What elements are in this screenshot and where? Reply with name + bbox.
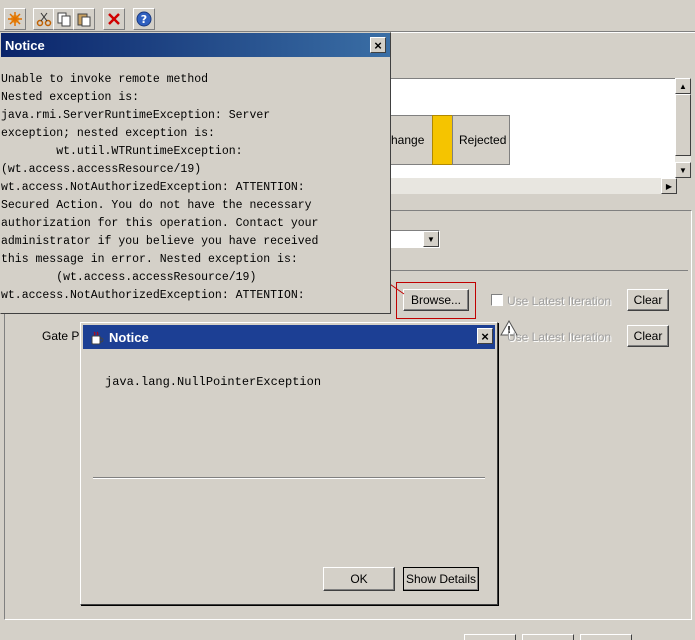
scroll-up-icon[interactable]: ▲ bbox=[675, 78, 691, 94]
bottom-button-1[interactable] bbox=[464, 634, 516, 640]
status-rejected-label: Rejected bbox=[459, 133, 507, 147]
use-latest-label-2: Use Latest Iteration bbox=[507, 330, 612, 344]
use-latest-label-1: Use Latest Iteration bbox=[507, 294, 612, 308]
ok-button[interactable]: OK bbox=[323, 567, 395, 591]
delete-icon[interactable] bbox=[103, 8, 125, 30]
message-line: exception; nested exception is: bbox=[1, 127, 215, 140]
message-line: java.rmi.ServerRuntimeException: Server bbox=[1, 109, 271, 122]
notice-1-title: Notice bbox=[5, 38, 45, 53]
new-icon[interactable] bbox=[4, 8, 26, 30]
notice-dialog-1: Notice × Unable to invoke remote method … bbox=[0, 32, 391, 314]
close-icon[interactable]: × bbox=[370, 37, 386, 53]
close-icon[interactable]: × bbox=[477, 328, 493, 344]
use-latest-checkbox-1[interactable] bbox=[491, 294, 503, 306]
notice-2-title: Notice bbox=[109, 329, 149, 345]
show-details-button[interactable]: Show Details bbox=[403, 567, 479, 591]
scroll-thumb[interactable] bbox=[675, 94, 691, 156]
notice-dialog-2: Notice × java.lang.NullPointerException … bbox=[80, 322, 498, 605]
message-line: (wt.access.accessResource/19) bbox=[1, 163, 202, 176]
message-line: authorization for this operation. Contac… bbox=[1, 217, 319, 230]
cut-icon[interactable] bbox=[33, 8, 55, 30]
chevron-down-icon[interactable]: ▼ bbox=[423, 231, 439, 247]
browse-button[interactable]: Browse... bbox=[403, 289, 469, 311]
bottom-button-3[interactable] bbox=[580, 634, 632, 640]
status-rejected: Rejected bbox=[452, 115, 510, 165]
message-line: wt.util.WTRuntimeException: bbox=[1, 145, 243, 158]
status-highlight bbox=[432, 115, 454, 165]
notice-1-message: Unable to invoke remote method Nested ex… bbox=[1, 71, 318, 305]
notice-2-message: java.lang.NullPointerException bbox=[105, 375, 322, 389]
notice-2-titlebar[interactable]: Notice bbox=[83, 325, 495, 349]
clear-button-1[interactable]: Clear bbox=[627, 289, 669, 311]
vertical-scrollbar[interactable]: ▲ ▼ bbox=[675, 78, 691, 178]
status-change-label: hange bbox=[391, 133, 425, 147]
copy-icon[interactable] bbox=[53, 8, 75, 30]
message-line: Secured Action. You do not have the nece… bbox=[1, 199, 312, 212]
clear-button-2[interactable]: Clear bbox=[627, 325, 669, 347]
status-change: hange bbox=[384, 115, 434, 165]
message-line: this message in error. Nested exception … bbox=[1, 253, 298, 266]
scroll-down-icon[interactable]: ▼ bbox=[675, 162, 691, 178]
paste-icon[interactable] bbox=[73, 8, 95, 30]
message-line: wt.access.NotAuthorizedException: ATTENT… bbox=[1, 289, 305, 302]
help-icon[interactable]: ? bbox=[133, 8, 155, 30]
bottom-button-2[interactable] bbox=[522, 634, 574, 640]
scroll-right-icon[interactable]: ▶ bbox=[661, 178, 677, 194]
message-line: Nested exception is: bbox=[1, 91, 140, 104]
message-line: Unable to invoke remote method bbox=[1, 73, 209, 86]
message-line: administrator if you believe you have re… bbox=[1, 235, 319, 248]
message-line: wt.access.NotAuthorizedException: ATTENT… bbox=[1, 181, 305, 194]
type-dropdown[interactable]: ▼ bbox=[388, 230, 440, 248]
message-line: (wt.access.accessResource/19) bbox=[1, 271, 257, 284]
dialog-separator-highlight bbox=[93, 478, 485, 479]
gate-label: Gate P bbox=[42, 329, 80, 343]
notice-1-titlebar[interactable]: Notice bbox=[1, 33, 390, 57]
java-cup-icon bbox=[89, 330, 105, 346]
svg-text:?: ? bbox=[141, 13, 147, 26]
horizontal-scrollbar[interactable]: ▶ bbox=[380, 178, 677, 194]
